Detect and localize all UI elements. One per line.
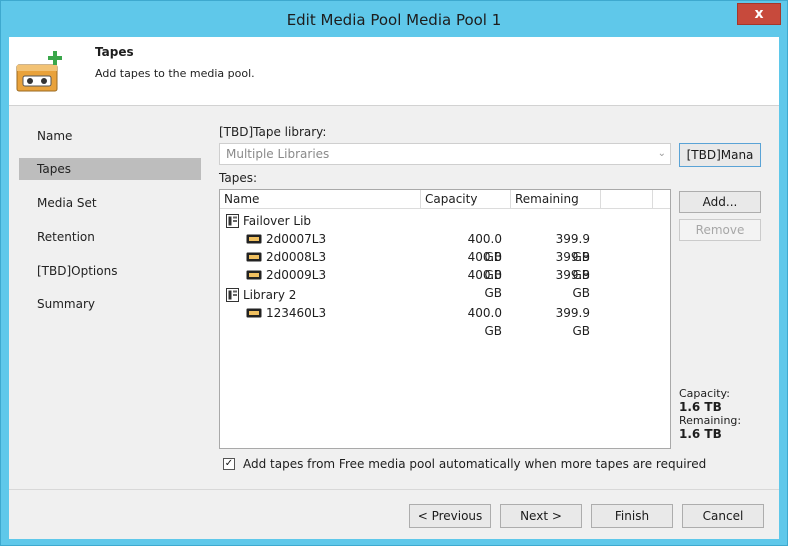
list-header: Name Capacity Remaining	[220, 190, 670, 209]
tape-row[interactable]: 2d0008L3 400.0 GB 399.9 GB	[220, 248, 670, 282]
column-remaining[interactable]: Remaining	[511, 190, 601, 208]
tape-icon	[246, 252, 262, 262]
capacity-label: Capacity:	[679, 387, 730, 400]
wizard-footer: < Previous Next > Finish Cancel	[9, 489, 779, 540]
previous-button[interactable]: < Previous	[409, 504, 491, 528]
title-bar[interactable]: Edit Media Pool Media Pool 1 x	[1, 1, 787, 37]
step-options[interactable]: [TBD]Options	[19, 260, 201, 282]
add-tape-button[interactable]: Add...	[679, 191, 761, 213]
tape-row[interactable]: 2d0009L3 400.0 GB 399.9 GB	[220, 266, 670, 300]
page-title: Tapes	[95, 45, 134, 59]
tape-icon	[246, 234, 262, 244]
tape-library-label: [TBD]Tape library:	[219, 125, 327, 139]
tape-row[interactable]: 123460L3 400.0 GB 399.9 GB	[220, 304, 670, 338]
tapes-list[interactable]: Name Capacity Remaining Failover Lib 2d0…	[219, 189, 671, 449]
library-row[interactable]: Library 2	[220, 286, 670, 304]
close-button[interactable]: x	[737, 3, 781, 25]
pool-stats: Capacity: 1.6 TB Remaining: 1.6 TB	[679, 387, 741, 441]
window-title: Edit Media Pool Media Pool 1	[286, 11, 502, 29]
column-empty	[601, 190, 653, 208]
tape-icon	[246, 270, 262, 280]
auto-add-checkbox[interactable]: ✓	[223, 458, 235, 470]
finish-button[interactable]: Finish	[591, 504, 673, 528]
step-summary[interactable]: Summary	[19, 293, 201, 315]
dialog-window: Edit Media Pool Media Pool 1 x Tapes Add…	[0, 0, 788, 546]
library-row[interactable]: Failover Lib	[220, 212, 670, 230]
capacity-value: 1.6 TB	[679, 400, 722, 414]
tape-name: 2d0009L3	[266, 268, 327, 282]
remaining-value: 1.6 TB	[679, 427, 722, 441]
tape-library-select[interactable]: Multiple Libraries ⌄	[219, 143, 671, 165]
tape-row[interactable]: 2d0007L3 400.0 GB 399.9 GB	[220, 230, 670, 264]
tape-name: 2d0008L3	[266, 250, 327, 264]
dialog-client: Tapes Add tapes to the media pool. Name …	[9, 37, 779, 539]
auto-add-option[interactable]: ✓ Add tapes from Free media pool automat…	[223, 457, 706, 471]
tape-name: 2d0007L3	[266, 232, 327, 246]
remaining-label: Remaining:	[679, 414, 742, 427]
step-retention[interactable]: Retention	[19, 226, 201, 248]
tape-library-icon	[226, 214, 239, 228]
remove-tape-button[interactable]: Remove	[679, 219, 761, 241]
column-capacity[interactable]: Capacity	[421, 190, 511, 208]
chevron-down-icon: ⌄	[657, 148, 666, 159]
page-subtitle: Add tapes to the media pool.	[95, 67, 255, 80]
tape-icon	[246, 308, 262, 318]
step-tapes[interactable]: Tapes	[19, 158, 201, 180]
tape-library-icon	[226, 288, 239, 302]
tape-library-value: Multiple Libraries	[226, 147, 330, 161]
tapes-label: Tapes:	[219, 171, 257, 185]
next-button[interactable]: Next >	[500, 504, 582, 528]
tape-cartridge-add-icon	[16, 51, 62, 92]
tape-capacity: 400.0 GB	[467, 306, 502, 338]
library-name: Failover Lib	[243, 214, 312, 228]
tape-remaining: 399.9 GB	[555, 306, 590, 338]
manage-library-button[interactable]: [TBD]Mana	[679, 143, 761, 167]
library-name: Library 2	[243, 288, 297, 302]
tape-name: 123460L3	[266, 306, 327, 320]
cancel-button[interactable]: Cancel	[682, 504, 764, 528]
step-name[interactable]: Name	[19, 125, 201, 147]
step-media-set[interactable]: Media Set	[19, 192, 201, 214]
wizard-header: Tapes Add tapes to the media pool.	[9, 37, 779, 106]
column-name[interactable]: Name	[220, 190, 421, 208]
auto-add-label: Add tapes from Free media pool automatic…	[243, 457, 707, 471]
